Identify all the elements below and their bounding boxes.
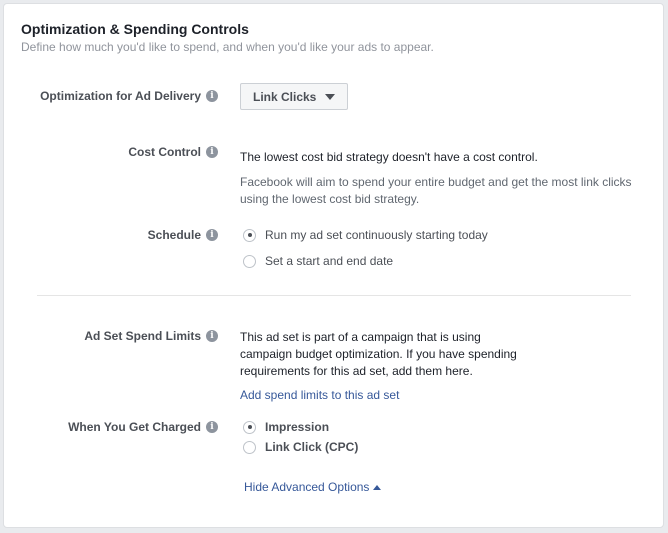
hide-advanced-options-link[interactable]: Hide Advanced Options xyxy=(244,480,382,494)
optimization-spending-card: Optimization & Spending Controls Define … xyxy=(3,3,664,528)
spend-limits-text-line: campaign budget optimization. If you hav… xyxy=(240,347,517,361)
spend-limits-label: Ad Set Spend Limits xyxy=(84,329,201,343)
info-icon[interactable]: i xyxy=(206,229,218,241)
schedule-option-label: Set a start and end date xyxy=(265,254,394,268)
cost-control-description: Facebook will aim to spend your entire b… xyxy=(240,175,632,206)
section-divider xyxy=(37,295,631,296)
radio-unchecked[interactable] xyxy=(243,440,256,454)
caret-up-icon xyxy=(373,484,382,490)
info-icon[interactable]: i xyxy=(206,330,218,342)
cost-control-label-row: Cost Control i xyxy=(128,145,218,159)
spend-limits-text-line: This ad set is part of a campaign that i… xyxy=(240,330,481,344)
cost-control-text: The lowest cost bid strategy doesn't hav… xyxy=(240,150,538,164)
schedule-label-row: Schedule i xyxy=(148,228,218,242)
hide-advanced-options-label: Hide Advanced Options xyxy=(244,480,370,494)
schedule-label: Schedule xyxy=(147,228,201,242)
info-icon[interactable]: i xyxy=(206,421,218,433)
charged-label-row: When You Get Charged i xyxy=(68,420,218,434)
schedule-option-label: Run my ad set continuously starting toda… xyxy=(265,228,488,242)
spend-limits-text: This ad set is part of a campaign that i… xyxy=(240,329,517,380)
radio-unchecked[interactable] xyxy=(243,254,256,268)
charged-label: When You Get Charged xyxy=(68,420,201,434)
caret-down-icon xyxy=(325,93,336,100)
schedule-option-continuous[interactable]: Run my ad set continuously starting toda… xyxy=(243,228,488,242)
section-subtitle: Define how much you'd like to spend, and… xyxy=(21,40,434,54)
charged-option-label: Impression xyxy=(265,420,330,434)
radio-checked[interactable] xyxy=(243,420,256,434)
charged-option-link-click[interactable]: Link Click (CPC) xyxy=(243,440,358,454)
add-spend-limits-link[interactable]: Add spend limits to this ad set xyxy=(240,388,399,402)
optimization-label-row: Optimization for Ad Delivery i xyxy=(40,89,218,103)
optimization-dropdown[interactable]: Link Clicks xyxy=(240,83,349,110)
info-icon[interactable]: i xyxy=(206,146,218,158)
charged-option-impression[interactable]: Impression xyxy=(243,420,329,434)
info-icon[interactable]: i xyxy=(206,90,218,102)
schedule-option-start-end[interactable]: Set a start and end date xyxy=(243,254,393,268)
radio-checked[interactable] xyxy=(243,228,256,242)
spend-limits-text-line: requirements for this ad set, add them h… xyxy=(240,364,473,378)
optimization-selected: Link Clicks xyxy=(253,89,317,104)
section-title: Optimization & Spending Controls xyxy=(21,21,249,37)
spend-limits-label-row: Ad Set Spend Limits i xyxy=(84,329,218,343)
charged-option-label: Link Click (CPC) xyxy=(265,440,359,454)
cost-control-label: Cost Control xyxy=(128,145,201,159)
optimization-label: Optimization for Ad Delivery xyxy=(40,89,201,103)
